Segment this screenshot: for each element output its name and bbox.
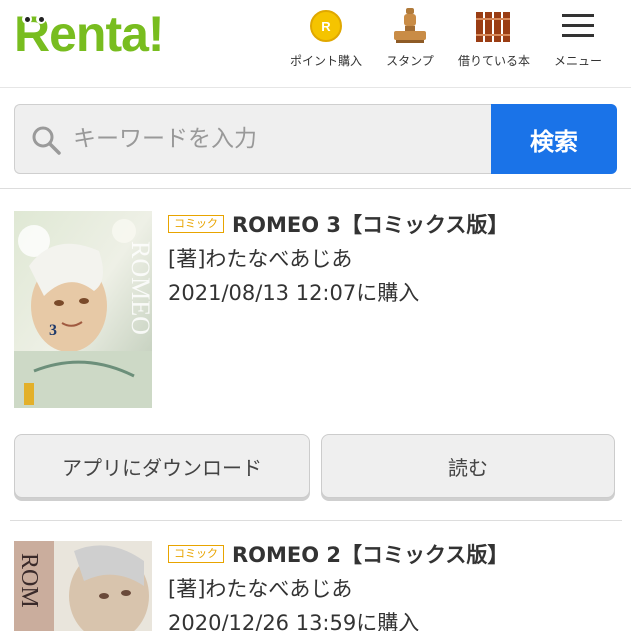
search-input[interactable] [73,105,473,173]
hamburger-menu-icon [556,6,600,46]
nav-label: スタンプ [386,54,434,68]
purchased-item: 3 ROMEO コミック ROMEO 3【コミックス版】 [著]わたなべあじあ … [14,211,624,411]
svg-text:3: 3 [49,322,57,339]
comic-badge: コミック [168,215,224,233]
app-header: Renta! R ポイント購入 スタンプ 借りている本 メニュー [0,0,631,88]
nav-borrowed-books[interactable]: 借りている本 [458,6,531,69]
search-box [14,104,491,174]
item-title[interactable]: ROMEO 3【コミックス版】 [232,209,508,239]
books-icon [472,6,516,46]
book-cover[interactable]: 3 ROMEO [14,211,152,408]
item-meta: コミック ROMEO 3【コミックス版】 [著]わたなべあじあ 2021/08/… [168,211,618,307]
stamp-icon [388,6,432,46]
search-bar: 検索 [14,104,617,174]
nav-point-purchase[interactable]: R ポイント購入 [290,6,363,69]
svg-text:ROM: ROM [16,553,42,608]
comic-badge: コミック [168,545,224,563]
nav-label: ポイント購入 [290,54,363,68]
nav-stamp[interactable]: スタンプ [375,6,445,69]
nav-label: 借りている本 [458,54,531,68]
svg-text:ROMEO: ROMEO [126,241,152,335]
download-to-app-button[interactable]: アプリにダウンロード [14,434,310,498]
item-title[interactable]: ROMEO 2【コミックス版】 [232,539,508,569]
book-cover[interactable]: ROM [14,541,152,631]
search-icon [32,126,61,155]
purchase-date: 2020/12/26 13:59に購入 [168,611,420,631]
coin-icon: R [304,6,348,46]
item-author: [著]わたなべあじあ [168,577,353,601]
header-nav: R ポイント購入 スタンプ 借りている本 メニュー [290,6,613,69]
divider [10,520,622,521]
purchased-item: ROM コミック ROMEO 2【コミックス版】 [著]わたなべあじあ 2020… [14,541,624,631]
item-meta: コミック ROMEO 2【コミックス版】 [著]わたなべあじあ 2020/12/… [168,541,618,631]
item-author: [著]わたなべあじあ [168,247,353,271]
item-actions: アプリにダウンロード 読む [14,434,616,500]
divider [0,188,631,189]
purchase-date: 2021/08/13 12:07に購入 [168,281,420,305]
nav-label: メニュー [553,54,602,68]
read-button[interactable]: 読む [321,434,615,498]
renta-logo[interactable]: Renta! [14,4,165,64]
search-button[interactable]: 検索 [491,104,617,174]
logo-eyes [20,14,56,26]
nav-menu[interactable]: メニュー [543,6,613,69]
